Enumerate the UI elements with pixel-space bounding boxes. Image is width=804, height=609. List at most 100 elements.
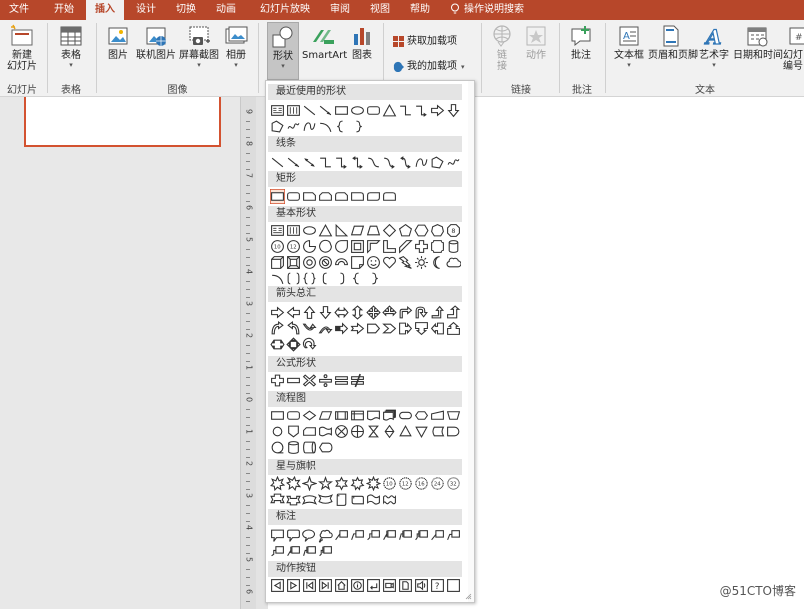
wave-shape-icon[interactable] bbox=[366, 492, 381, 507]
bordercallout2-shape-icon[interactable] bbox=[446, 528, 461, 543]
accentcallout1-shape-icon[interactable] bbox=[382, 528, 397, 543]
uparrow-shape-icon[interactable] bbox=[302, 305, 317, 320]
curvedup-shape-icon[interactable] bbox=[302, 321, 317, 336]
frame-shape-icon[interactable] bbox=[350, 239, 365, 254]
leftcallout-shape-icon[interactable] bbox=[430, 321, 445, 336]
textbox-shape-icon[interactable] bbox=[270, 103, 285, 118]
delay-shape-icon[interactable] bbox=[446, 424, 461, 439]
star24-shape-icon[interactable]: 24 bbox=[430, 476, 445, 491]
scribble-shape-icon[interactable] bbox=[286, 119, 301, 134]
elbowarrow-shape-icon[interactable] bbox=[334, 155, 349, 170]
moon-shape-icon[interactable] bbox=[430, 255, 445, 270]
accentcallout2-shape-icon[interactable] bbox=[398, 528, 413, 543]
trapezoid-shape-icon[interactable] bbox=[366, 223, 381, 238]
chevron-shape-icon[interactable] bbox=[382, 321, 397, 336]
manualinput-shape-icon[interactable] bbox=[430, 408, 445, 423]
pentagonarrow-shape-icon[interactable] bbox=[366, 321, 381, 336]
snip2-shape-icon[interactable] bbox=[318, 189, 333, 204]
smiley-shape-icon[interactable] bbox=[366, 255, 381, 270]
blockarc-shape-icon[interactable] bbox=[334, 255, 349, 270]
curveddbl-shape-icon[interactable] bbox=[398, 155, 413, 170]
linecallout3-shape-icon[interactable] bbox=[366, 528, 381, 543]
get-addins-button[interactable]: 获取加载项 bbox=[393, 32, 457, 47]
preparation-shape-icon[interactable] bbox=[414, 408, 429, 423]
lshape-shape-icon[interactable] bbox=[382, 239, 397, 254]
smartart-button[interactable]: SmartArt bbox=[302, 24, 347, 61]
curveddown-shape-icon[interactable] bbox=[318, 321, 333, 336]
new-slide-button[interactable]: 新建 幻灯片 bbox=[4, 24, 40, 72]
curve-shape-icon[interactable] bbox=[414, 155, 429, 170]
donut-shape-icon[interactable] bbox=[302, 255, 317, 270]
accentborder2-shape-icon[interactable] bbox=[302, 544, 317, 559]
diamond-shape-icon[interactable] bbox=[382, 223, 397, 238]
star6-shape-icon[interactable] bbox=[334, 476, 349, 491]
curvedleft-shape-icon[interactable] bbox=[286, 321, 301, 336]
btnhome-shape-icon[interactable] bbox=[334, 578, 349, 593]
action-button[interactable]: 动作 bbox=[520, 24, 552, 61]
star12-shape-icon[interactable]: 12 bbox=[398, 476, 413, 491]
slide-number-button[interactable]: # 幻灯 编号 bbox=[783, 24, 804, 72]
offpage-shape-icon[interactable] bbox=[286, 424, 301, 439]
internalstorage-shape-icon[interactable] bbox=[350, 408, 365, 423]
sort-shape-icon[interactable] bbox=[382, 424, 397, 439]
sun-shape-icon[interactable] bbox=[414, 255, 429, 270]
snip1-shape-icon[interactable] bbox=[302, 189, 317, 204]
tab-review[interactable]: 审阅 bbox=[322, 0, 358, 20]
btnforward-shape-icon[interactable] bbox=[286, 578, 301, 593]
elbow-shape-icon[interactable] bbox=[398, 103, 413, 118]
rect-shape-icon[interactable] bbox=[270, 189, 285, 204]
octagon-shape-icon[interactable]: 8 bbox=[446, 223, 461, 238]
circulararrow-shape-icon[interactable] bbox=[302, 337, 317, 352]
linecallout1-shape-icon[interactable] bbox=[334, 528, 349, 543]
oval-shape-icon[interactable] bbox=[350, 103, 365, 118]
can-shape-icon[interactable] bbox=[446, 239, 461, 254]
tab-file[interactable]: 文件 bbox=[0, 0, 38, 20]
elbowdbl-shape-icon[interactable] bbox=[350, 155, 365, 170]
downarrow-shape-icon[interactable] bbox=[446, 103, 461, 118]
magdisk-shape-icon[interactable] bbox=[286, 440, 301, 455]
terminator-shape-icon[interactable] bbox=[398, 408, 413, 423]
minus-shape-icon[interactable] bbox=[286, 373, 301, 388]
card-shape-icon[interactable] bbox=[302, 424, 317, 439]
ovalcallout-shape-icon[interactable] bbox=[302, 528, 317, 543]
bentup-shape-icon[interactable] bbox=[446, 305, 461, 320]
star7-shape-icon[interactable] bbox=[350, 476, 365, 491]
divide-shape-icon[interactable] bbox=[318, 373, 333, 388]
wordart-button[interactable]: A 艺术字 ▾ bbox=[697, 24, 731, 69]
rbracket-shape-icon[interactable] bbox=[334, 271, 349, 286]
noentry-shape-icon[interactable] bbox=[318, 255, 333, 270]
comment-button[interactable]: 批注 bbox=[566, 24, 596, 61]
data-shape-icon[interactable] bbox=[318, 408, 333, 423]
oval-shape-icon[interactable] bbox=[302, 223, 317, 238]
pie-shape-icon[interactable] bbox=[302, 239, 317, 254]
notchedright-shape-icon[interactable] bbox=[350, 321, 365, 336]
dblarrowline-shape-icon[interactable] bbox=[302, 155, 317, 170]
curvedribbonup-shape-icon[interactable] bbox=[302, 492, 317, 507]
elbowarrow-shape-icon[interactable] bbox=[414, 103, 429, 118]
header-footer-button[interactable]: 页眉和页脚 bbox=[648, 24, 698, 61]
slide-canvas[interactable]: @51CTO博客 bbox=[474, 97, 804, 609]
accentborder1-shape-icon[interactable] bbox=[286, 544, 301, 559]
hexagon-shape-icon[interactable] bbox=[414, 223, 429, 238]
decision-shape-icon[interactable] bbox=[302, 408, 317, 423]
btnhelp-shape-icon[interactable]: ? bbox=[430, 578, 445, 593]
triangle-shape-icon[interactable] bbox=[318, 223, 333, 238]
extract-shape-icon[interactable] bbox=[398, 424, 413, 439]
or-shape-icon[interactable] bbox=[350, 424, 365, 439]
tab-animations[interactable]: 动画 bbox=[208, 0, 244, 20]
bracepair-shape-icon[interactable] bbox=[302, 271, 317, 286]
lbrace-shape-icon[interactable] bbox=[334, 119, 349, 134]
cloudcallout-shape-icon[interactable] bbox=[318, 528, 333, 543]
udarrow-shape-icon[interactable] bbox=[350, 305, 365, 320]
roundrect-shape-icon[interactable] bbox=[286, 189, 301, 204]
process-shape-icon[interactable] bbox=[270, 408, 285, 423]
btnend-shape-icon[interactable] bbox=[318, 578, 333, 593]
ribbondown-shape-icon[interactable] bbox=[286, 492, 301, 507]
explosion1-shape-icon[interactable] bbox=[270, 476, 285, 491]
curve-shape-icon[interactable] bbox=[302, 119, 317, 134]
tab-home[interactable]: 开始 bbox=[44, 0, 84, 20]
plaque-shape-icon[interactable] bbox=[430, 239, 445, 254]
cross-shape-icon[interactable] bbox=[414, 239, 429, 254]
upcallout-shape-icon[interactable] bbox=[446, 321, 461, 336]
seqaccess-shape-icon[interactable] bbox=[270, 440, 285, 455]
